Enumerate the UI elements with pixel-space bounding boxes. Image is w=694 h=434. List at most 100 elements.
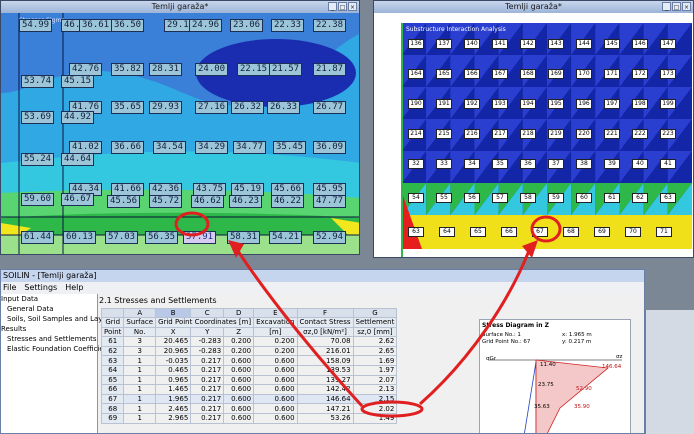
table-cell[interactable]: 0.217 [190, 393, 225, 405]
row-header[interactable]: 67 [100, 393, 125, 405]
table-cell[interactable]: 158.09 [296, 355, 354, 366]
row-header[interactable]: 69 [100, 412, 125, 424]
row-header[interactable]: 62 [100, 345, 125, 357]
table-cell[interactable]: 216.01 [296, 345, 354, 357]
table-cell[interactable]: 0.217 [190, 364, 225, 376]
column-letter-header[interactable]: B [155, 308, 192, 318]
table-cell[interactable]: 1 [123, 403, 157, 414]
table-cell[interactable]: 1 [123, 412, 157, 424]
table-cell[interactable]: 0.217 [190, 403, 225, 414]
table-cell[interactable]: 1.465 [155, 384, 192, 395]
table-cell[interactable]: 0.965 [155, 374, 192, 386]
table-cell[interactable]: 0.600 [223, 364, 255, 376]
tree-item-input-data[interactable]: Input Data [1, 294, 97, 304]
table-cell[interactable]: 1.965 [155, 393, 192, 405]
results-table[interactable]: A B C D E F G Grid Surface Grid Point Co… [100, 308, 398, 424]
table-cell[interactable]: 0.600 [223, 355, 255, 366]
column-letter-header[interactable]: E [253, 308, 298, 318]
menu-item-help[interactable]: Help [65, 282, 83, 294]
table-cell[interactable]: -0.283 [190, 345, 225, 357]
table-cell[interactable]: 0.217 [190, 374, 225, 386]
table-cell[interactable]: 0.600 [253, 355, 298, 366]
table-cell[interactable]: 2.15 [352, 393, 398, 405]
table-row[interactable]: 69 1 2.965 0.217 0.600 0.600 53.26 1.49 [100, 412, 398, 424]
table-cell[interactable]: 2.465 [155, 403, 192, 414]
row-header[interactable]: 65 [100, 374, 125, 386]
table-cell[interactable]: 0.600 [223, 374, 255, 386]
table-cell[interactable]: 147.21 [296, 403, 354, 414]
right-window-titlebar[interactable]: Temlji garaža* _ □ × [374, 1, 693, 13]
minimize-icon[interactable]: _ [328, 2, 337, 11]
table-cell[interactable]: 2.07 [352, 374, 398, 386]
row-header[interactable]: 64 [100, 364, 125, 376]
table-cell[interactable]: 2.965 [155, 412, 192, 424]
table-row[interactable]: 67 1 1.965 0.217 0.600 0.600 146.64 2.15 [100, 393, 398, 405]
table-cell[interactable]: 0.200 [223, 345, 255, 357]
column-letter-header[interactable]: F [296, 308, 354, 318]
table-cell[interactable]: -0.035 [155, 355, 192, 366]
app-titlebar[interactable]: SOILIN - [Temlji garaža] [1, 270, 644, 282]
menu-item-settings[interactable]: Settings [24, 282, 57, 294]
column-letter-header[interactable]: D [223, 308, 255, 318]
table-cell[interactable]: 0.600 [253, 393, 298, 405]
table-cell[interactable]: 139.27 [296, 374, 354, 386]
table-cell[interactable]: 0.600 [253, 374, 298, 386]
foundation-coefficient-canvas[interactable]: Foundation Coefficients C-u,z [kN/m^3] S… [374, 13, 693, 257]
table-row[interactable]: 66 1 1.465 0.217 0.600 0.600 142.42 2.13 [100, 384, 398, 395]
table-cell[interactable]: 70.08 [296, 336, 354, 347]
table-cell[interactable]: 0.200 [223, 336, 255, 347]
table-cell[interactable]: 1.49 [352, 412, 398, 424]
column-letter-header[interactable]: C [190, 308, 225, 318]
table-cell[interactable]: 0.200 [253, 345, 298, 357]
tree-item-results[interactable]: Results [1, 324, 97, 334]
table-cell[interactable]: 2.02 [352, 403, 398, 414]
close-icon[interactable]: × [682, 2, 691, 11]
table-cell[interactable]: 53.26 [296, 412, 354, 424]
table-cell[interactable]: -0.283 [190, 336, 225, 347]
column-letter-header[interactable]: A [123, 308, 157, 318]
table-cell[interactable]: 1.69 [352, 355, 398, 366]
table-row[interactable]: 68 1 2.465 0.217 0.600 0.600 147.21 2.02 [100, 403, 398, 414]
table-cell[interactable]: 0.600 [223, 393, 255, 405]
table-cell[interactable]: 139.53 [296, 364, 354, 376]
table-cell[interactable]: 0.600 [253, 364, 298, 376]
table-cell[interactable]: 0.600 [253, 403, 298, 414]
table-cell[interactable]: 142.42 [296, 384, 354, 395]
table-cell[interactable]: 20.465 [155, 336, 192, 347]
row-header[interactable]: 61 [100, 336, 125, 347]
table-cell[interactable]: 0.600 [223, 412, 255, 424]
table-cell[interactable]: 0.600 [223, 403, 255, 414]
table-cell[interactable]: 2.62 [352, 336, 398, 347]
table-row[interactable]: 64 1 0.465 0.217 0.600 0.600 139.53 1.97 [100, 364, 398, 376]
table-cell[interactable]: 2.65 [352, 345, 398, 357]
table-cell[interactable]: 0.200 [253, 336, 298, 347]
minimize-icon[interactable]: _ [662, 2, 671, 11]
close-icon[interactable]: × [348, 2, 357, 11]
table-cell[interactable]: 0.217 [190, 412, 225, 424]
maximize-icon[interactable]: □ [338, 2, 347, 11]
table-cell[interactable]: 0.600 [253, 384, 298, 395]
tree-item-stresses[interactable]: Stresses and Settlements [1, 334, 97, 344]
table-cell[interactable]: 0.465 [155, 364, 192, 376]
maximize-icon[interactable]: □ [672, 2, 681, 11]
column-letter-header[interactable]: G [352, 308, 398, 318]
tree-item-soils[interactable]: Soils, Soil Samples and Layers [1, 314, 113, 324]
table-cell[interactable]: 0.600 [223, 384, 255, 395]
table-cell[interactable]: 1 [123, 364, 157, 376]
table-cell[interactable]: 3 [123, 345, 157, 357]
left-window-titlebar[interactable]: Temlji garaža* _ □ × [1, 1, 359, 13]
table-cell[interactable]: 0.217 [190, 384, 225, 395]
table-row[interactable]: 61 3 20.465 -0.283 0.200 0.200 70.08 2.62 [100, 336, 398, 347]
table-row[interactable]: 62 3 20.965 -0.283 0.200 0.200 216.01 2.65 [100, 345, 398, 357]
table-cell[interactable]: 1 [123, 384, 157, 395]
tree-item-elastic-coefficients[interactable]: Elastic Foundation Coefficients [1, 344, 115, 354]
table-cell[interactable]: 20.965 [155, 345, 192, 357]
table-row[interactable]: 65 1 0.965 0.217 0.600 0.600 139.27 2.07 [100, 374, 398, 386]
table-cell[interactable]: 146.64 [296, 393, 354, 405]
table-row[interactable]: 63 1 -0.035 0.217 0.600 0.600 158.09 1.69 [100, 355, 398, 366]
row-header[interactable]: 63 [100, 355, 125, 366]
table-cell[interactable]: 3 [123, 336, 157, 347]
row-header[interactable]: 68 [100, 403, 125, 414]
table-cell[interactable]: 2.13 [352, 384, 398, 395]
table-cell[interactable]: 0.600 [253, 412, 298, 424]
